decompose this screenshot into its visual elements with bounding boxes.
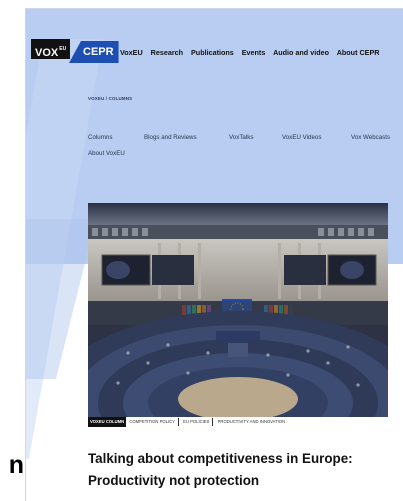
site-header: VOXEU CEPR VoxEU Research Publications E… bbox=[26, 9, 403, 79]
nav-item-audio-video[interactable]: Audio and video bbox=[273, 48, 329, 57]
tag-productivity-innovation[interactable]: PRODUCTIVITY AND INNOVATION bbox=[216, 417, 287, 427]
parliament-photo bbox=[88, 203, 388, 417]
decorative-stripe bbox=[26, 219, 96, 379]
subnav-item-blogs[interactable]: Blogs and Reviews bbox=[144, 134, 197, 141]
browser-viewport: VOXEU CEPR VoxEU Research Publications E… bbox=[25, 8, 403, 501]
tag-voxeu-column[interactable]: VOXEU COLUMN bbox=[88, 417, 127, 427]
nav-item-publications[interactable]: Publications bbox=[191, 48, 234, 57]
main-nav: VoxEU Research Publications Events Audio… bbox=[120, 48, 385, 57]
nav-item-events[interactable]: Events bbox=[242, 48, 266, 57]
article-hero-image bbox=[88, 203, 388, 417]
tag-divider bbox=[212, 417, 214, 426]
subnav-item-voxtalks[interactable]: VoxTalks bbox=[229, 134, 253, 141]
cropped-text-fragment: n bbox=[8, 451, 24, 479]
voxeu-logo[interactable]: VOXEU bbox=[31, 39, 71, 59]
tag-competition-policy[interactable]: COMPETITION POLICY bbox=[127, 417, 177, 427]
tag-divider bbox=[177, 417, 179, 426]
nav-item-voxeu[interactable]: VoxEU bbox=[120, 48, 143, 57]
tag-eu-policies[interactable]: EU POLICIES bbox=[181, 417, 211, 427]
logo-superscript: EU bbox=[59, 46, 67, 52]
subnav-item-about[interactable]: About VoxEU bbox=[88, 150, 125, 157]
nav-item-about-cepr[interactable]: About CEPR bbox=[337, 48, 380, 57]
article-tags: VOXEU COLUMN COMPETITION POLICY EU POLIC… bbox=[88, 417, 288, 427]
cepr-logo[interactable]: CEPR bbox=[69, 41, 119, 63]
logo-text: VOX bbox=[35, 47, 59, 59]
article-title: Talking about competitiveness in Europe:… bbox=[88, 451, 353, 488]
subnav-item-columns[interactable]: Columns bbox=[88, 134, 112, 141]
section-nav: Columns Blogs and Reviews VoxTalks VoxEU… bbox=[88, 134, 403, 174]
breadcrumb[interactable]: VOXEU / COLUMNS bbox=[88, 96, 132, 101]
subnav-item-videos[interactable]: VoxEU Videos bbox=[282, 134, 321, 141]
subnav-item-webcasts[interactable]: Vox Webcasts bbox=[351, 134, 390, 141]
nav-item-research[interactable]: Research bbox=[151, 48, 183, 57]
